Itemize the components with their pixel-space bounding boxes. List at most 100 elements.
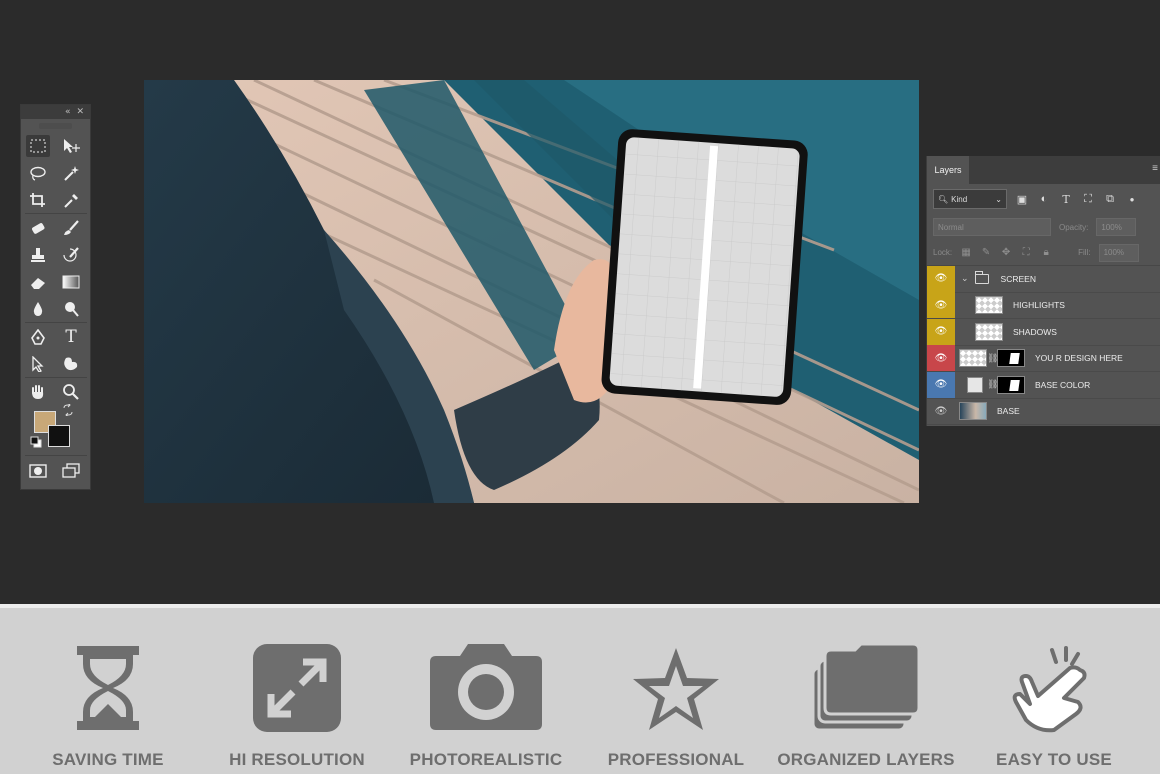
magic-wand-icon[interactable] [59,162,83,184]
path-select-icon[interactable] [26,353,50,375]
eyedropper-icon[interactable] [59,189,83,211]
camera-icon [424,640,548,736]
layer-row-base[interactable]: 👁︎ BASE [927,398,1160,425]
expand-chevron-icon[interactable]: ⌄ [961,273,969,284]
search-icon: 🔍︎ [938,194,949,204]
fill-input[interactable]: 100% [1098,243,1139,262]
layer-row-shadows[interactable]: 👁︎ SHADOWS [927,318,1160,346]
layer-name: YOU R DESIGN HERE [1035,353,1123,364]
close-icon[interactable]: ✕ [76,107,84,117]
blur-icon[interactable] [26,298,50,320]
filter-toggle-icon[interactable]: ● [1125,192,1139,206]
opacity-input[interactable]: 100% [1096,218,1137,236]
feature-photorealistic: PHOTOREALISTIC [410,640,562,774]
eraser-icon[interactable] [26,271,50,293]
layer-thumbnail [959,402,987,421]
lasso-icon[interactable] [26,162,50,184]
canvas-photo [144,80,919,503]
smart-object-thumbnail [959,349,987,368]
visibility-eye-icon[interactable]: 👁︎ [927,398,955,424]
tools-panel: « ✕ T [20,104,91,490]
layer-name: BASE [997,406,1020,417]
hand-icon[interactable] [26,381,50,403]
blend-mode-select[interactable]: Normal [933,218,1051,236]
feature-label: EASY TO USE [996,750,1112,769]
layer-row-highlights[interactable]: 👁︎ HIGHLIGHTS [927,292,1160,319]
lock-artboard-icon[interactable]: ⛶ [1020,247,1032,259]
feature-label: SAVING TIME [52,750,164,769]
layer-thumbnail [975,322,1003,341]
visibility-eye-icon[interactable]: 👁︎ [927,345,955,372]
layer-thumbnail [975,296,1003,315]
zoom-icon[interactable] [59,381,83,403]
visibility-eye-icon[interactable]: 👁︎ [927,371,955,398]
feature-hi-resolution: HI RESOLUTION [227,640,367,774]
layer-row-your-design[interactable]: 👁︎ ⛓︎ YOU R DESIGN HERE [927,345,1160,372]
tab-layers[interactable]: Layers [927,156,969,184]
image-filter-icon[interactable]: ▣ [1015,192,1029,206]
gradient-icon[interactable] [59,271,83,293]
move-icon[interactable] [59,135,83,157]
lock-row: Lock: ▦ ✎ ✥ ⛶ 🔒︎ Fill: 100% [927,240,1160,266]
screen-mode-icon[interactable] [59,460,83,482]
feature-label: PHOTOREALISTIC [409,750,563,769]
lock-pixels-icon[interactable]: ✎ [980,247,992,259]
layer-name: BASE COLOR [1035,379,1091,390]
stamp-icon[interactable] [26,244,50,266]
fill-label: Fill: [1078,248,1091,257]
chevron-down-icon: ⌄ [995,194,1002,204]
lock-all-icon[interactable]: 🔒︎ [1040,247,1052,259]
healing-icon[interactable] [26,217,50,239]
feature-professional: PROFESSIONAL [606,640,746,774]
smart-object-filter-icon[interactable]: ⧉ [1103,192,1117,206]
feature-label: PROFESSIONAL [607,750,745,769]
layers-icon [809,640,923,736]
visibility-eye-icon[interactable]: 👁︎ [927,265,955,292]
layer-name: HIGHLIGHTS [1013,300,1065,311]
background-color-swatch[interactable] [48,425,70,447]
shape-filter-icon[interactable]: ⛶ [1081,192,1095,206]
shape-icon[interactable] [59,353,83,375]
dodge-icon[interactable] [59,298,83,320]
crop-icon[interactable] [26,189,50,211]
layer-name: SHADOWS [1013,326,1057,337]
lock-label: Lock: [933,248,953,257]
tools-panel-header: « ✕ [21,105,90,119]
swap-colors-icon[interactable] [61,403,75,417]
pen-icon[interactable] [26,326,50,348]
lock-position-icon[interactable]: ✥ [1000,247,1012,259]
hand-pointer-icon [1008,640,1100,736]
feature-label: ORGANIZED LAYERS [777,750,955,769]
fill-thumbnail [967,376,983,393]
layer-row-base-color[interactable]: 👁︎ ⛓︎ BASE COLOR [927,371,1160,399]
visibility-eye-icon[interactable]: 👁︎ [927,292,955,319]
adjustment-filter-icon[interactable]: ◐ [1037,192,1051,206]
collapse-icon[interactable]: « [65,107,71,117]
expand-icon [251,640,343,736]
kind-filter-select[interactable]: 🔍︎ Kind ⌄ [933,189,1007,209]
visibility-eye-icon[interactable]: 👁︎ [927,318,955,345]
feature-easy-to-use: EASY TO USE [984,640,1124,774]
panel-grip[interactable] [39,123,72,129]
link-icon[interactable]: ⛓︎ [987,379,998,390]
layer-filter-row: 🔍︎ Kind ⌄ ▣ ◐ T ⛶ ⧉ ● [927,184,1160,214]
type-filter-icon[interactable]: T [1059,192,1073,206]
marquee-icon[interactable] [26,135,50,157]
kind-filter-value: Kind [951,194,968,204]
type-icon[interactable]: T [59,326,83,348]
layer-row-screen[interactable]: 👁︎ ⌄ SCREEN [927,265,1160,293]
star-icon [628,640,724,736]
default-colors-icon[interactable] [29,435,43,449]
folder-icon [974,270,989,284]
lock-transparency-icon[interactable]: ▦ [960,247,972,259]
panel-menu-icon[interactable]: ≡ [1152,163,1158,174]
layer-name: SCREEN [1000,273,1036,284]
layers-panel: Layers ≡ 🔍︎ Kind ⌄ ▣ ◐ T ⛶ ⧉ ● Normal Op… [926,156,1160,426]
blend-row: Normal Opacity: 100% [927,214,1160,240]
link-icon[interactable]: ⛓︎ [987,353,998,364]
layers-tabbar: Layers ≡ [927,156,1160,184]
quick-mask-icon[interactable] [26,460,50,482]
feature-saving-time: SAVING TIME [38,640,178,774]
history-brush-icon[interactable] [59,244,83,266]
brush-icon[interactable] [59,217,83,239]
